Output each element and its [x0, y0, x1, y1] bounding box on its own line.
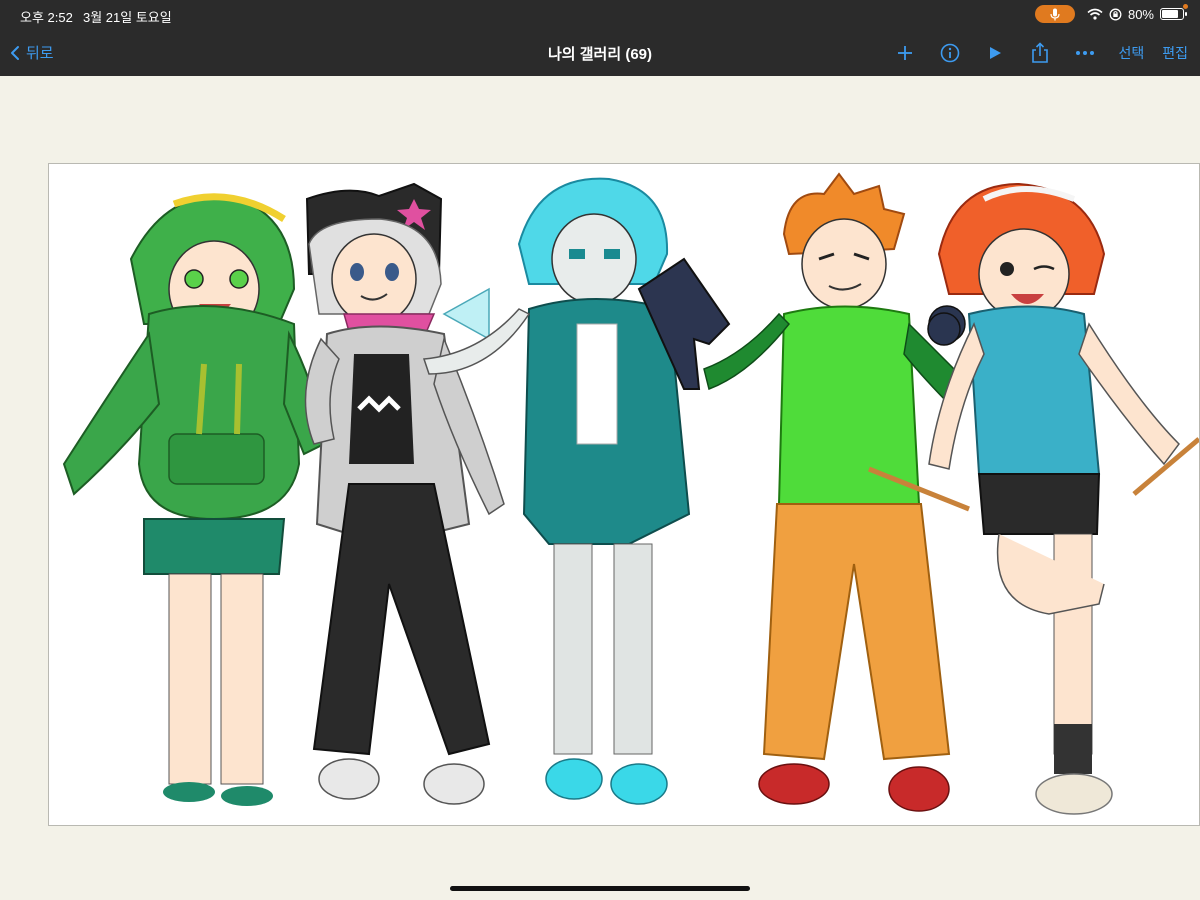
plus-icon[interactable] [890, 38, 920, 68]
info-icon[interactable] [935, 38, 965, 68]
select-button[interactable]: 선택 [1118, 43, 1144, 63]
share-icon[interactable] [1025, 38, 1055, 68]
battery-percent: 80% [1127, 6, 1154, 22]
battery-icon [1160, 8, 1187, 20]
status-time: 오후 2:52 [20, 10, 73, 25]
microphone-icon [1050, 8, 1060, 20]
red-hair-character [927, 182, 1199, 815]
status-indicators: 80% [1034, 5, 1187, 23]
nav-actions: 선택 편집 [875, 38, 1188, 68]
status-date: 3월 21일 토요일 [83, 10, 172, 25]
artwork-illustration [62, 172, 1199, 815]
back-button[interactable]: 뒤로 [10, 42, 54, 63]
microphone-indicator [1034, 5, 1075, 23]
orientation-lock-icon [1109, 8, 1122, 20]
status-bar: 오후 2:52 3월 21일 토요일 80% [0, 0, 1200, 30]
chevron-left-icon [11, 45, 19, 60]
more-icon[interactable] [1070, 38, 1100, 68]
home-indicator[interactable] [450, 886, 750, 891]
grey-hair-character [304, 182, 505, 805]
play-icon[interactable] [980, 38, 1010, 68]
navigation-bar: 뒤로 나의 갤러리 (69) 선택 편집 [0, 30, 1200, 76]
wifi-icon [1087, 8, 1103, 20]
battery-level-fill [1162, 10, 1178, 18]
back-label: 뒤로 [26, 45, 54, 62]
edit-button[interactable]: 편집 [1162, 43, 1188, 63]
orange-hair-character [703, 172, 970, 812]
privacy-indicator-dot [1183, 4, 1188, 9]
green-hoodie-character [62, 193, 326, 806]
artwork-canvas[interactable] [48, 163, 1200, 826]
